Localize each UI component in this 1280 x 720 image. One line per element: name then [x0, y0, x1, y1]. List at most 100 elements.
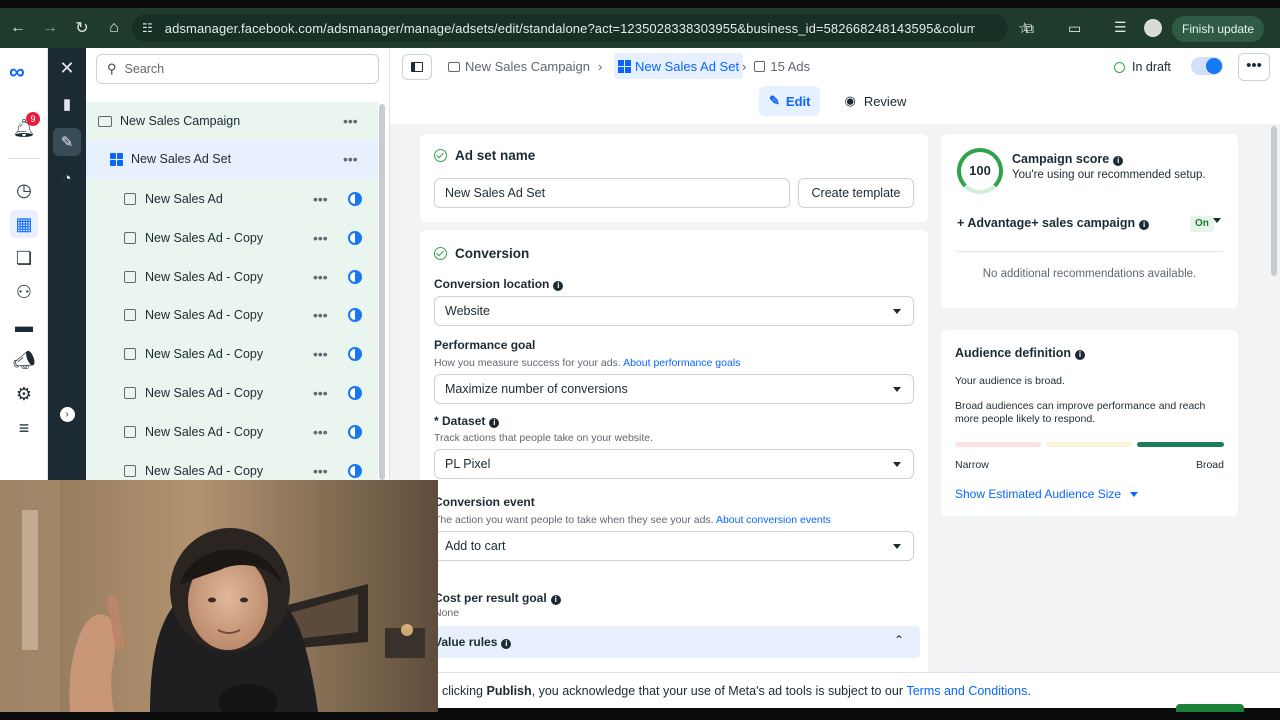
billing-card-icon[interactable]: ▬: [10, 312, 38, 340]
breadcrumb-adset[interactable]: New Sales Ad Set: [614, 53, 744, 79]
complete-check-icon: [434, 149, 447, 162]
advantage-plus-label[interactable]: + Advantage+ sales campaign i: [957, 216, 1150, 230]
show-audience-size-link[interactable]: Show Estimated Audience Size: [955, 487, 1139, 501]
create-template-button[interactable]: Create template: [798, 178, 914, 208]
performance-goal-label: Performance goal: [434, 338, 536, 352]
webcam-video-picture: [0, 480, 438, 712]
more-options-icon[interactable]: •••: [313, 191, 328, 207]
caret-down-icon[interactable]: [1213, 218, 1221, 223]
publish-button[interactable]: [1176, 704, 1244, 712]
meta-logo-icon[interactable]: ∞: [9, 61, 39, 83]
tree-row-adset[interactable]: New Sales Ad Set •••: [86, 140, 378, 178]
about-performance-goals-link[interactable]: About performance goals: [623, 357, 740, 369]
dashboard-gauge-icon[interactable]: ◷: [10, 176, 38, 204]
pencil-icon: ✎: [769, 93, 780, 108]
all-tools-menu-icon[interactable]: ≡: [10, 414, 38, 442]
tree-row-ad[interactable]: New Sales Ad - Copy •••: [86, 374, 378, 412]
finish-update-button[interactable]: Finish update: [1172, 16, 1265, 42]
audience-definition-card: Audience definition i Your audience is br…: [941, 330, 1238, 516]
tree-row-ad[interactable]: New Sales Ad •••: [86, 180, 378, 218]
adset-on-off-toggle[interactable]: [1191, 57, 1223, 75]
audiences-icon[interactable]: ⚇: [10, 278, 38, 306]
breadcrumb-ads[interactable]: › 15 Ads: [742, 59, 810, 74]
performance-goal-select[interactable]: Maximize number of conversions: [434, 374, 914, 404]
more-options-icon[interactable]: •••: [343, 113, 358, 129]
breadcrumb-campaign-label: New Sales Campaign: [465, 59, 591, 74]
pages-icon[interactable]: ❏: [10, 244, 38, 272]
info-icon[interactable]: i: [1139, 220, 1150, 230]
tree-row-campaign[interactable]: New Sales Campaign •••: [86, 102, 378, 140]
value-rules-label: Value rules i: [434, 635, 512, 649]
broad-label: Broad: [1195, 459, 1224, 471]
performance-goal-value: Maximize number of conversions: [445, 382, 628, 396]
info-icon[interactable]: i: [1113, 156, 1124, 166]
more-options-icon[interactable]: •••: [313, 230, 328, 246]
home-icon[interactable]: ⌂: [100, 14, 128, 42]
more-options-icon[interactable]: •••: [313, 385, 328, 401]
tree-row-ad[interactable]: New Sales Ad - Copy •••: [86, 335, 378, 373]
more-options-icon[interactable]: •••: [313, 307, 328, 323]
ad-set-name-input[interactable]: New Sales Ad Set: [434, 178, 790, 208]
ad-doc-icon: [124, 426, 136, 438]
conversion-event-select[interactable]: Add to cart: [434, 531, 914, 561]
cast-icon[interactable]: ▭: [1068, 20, 1081, 37]
more-options-icon[interactable]: •••: [313, 269, 328, 285]
tree-scrollbar[interactable]: [379, 104, 385, 480]
ad-name: New Sales Ad - Copy: [145, 386, 264, 400]
more-actions-button[interactable]: •••: [1238, 53, 1270, 81]
info-icon[interactable]: i: [501, 639, 512, 649]
forward-arrow-icon[interactable]: →: [36, 14, 64, 42]
performance-chart-icon[interactable]: ▮: [53, 90, 81, 118]
tree-row-ad[interactable]: New Sales Ad - Copy •••: [86, 413, 378, 451]
chevron-right-icon: ›: [742, 59, 747, 74]
campaign-megaphone-icon[interactable]: 📣︎: [10, 346, 38, 374]
more-options-icon[interactable]: •••: [343, 151, 358, 167]
dataset-help: Track actions that people take on your w…: [434, 432, 654, 444]
info-icon[interactable]: i: [1074, 350, 1085, 360]
terms-and-conditions-link[interactable]: Terms and Conditions: [906, 684, 1027, 698]
info-icon[interactable]: i: [550, 595, 561, 605]
edit-pencil-icon[interactable]: ✎: [53, 128, 81, 156]
content-scrollbar[interactable]: [1271, 126, 1277, 276]
terms-prefix: clicking: [442, 683, 483, 698]
adset-grid-icon: [618, 59, 631, 73]
expand-panel-icon[interactable]: ›: [53, 400, 81, 428]
terms-text: , you acknowledge that your use of Meta'…: [531, 683, 903, 698]
campaign-score-card: 100 Campaign score i You're using our rec…: [941, 134, 1238, 308]
business-tools-icon[interactable]: ⚙: [10, 380, 38, 408]
reload-icon[interactable]: ↻: [68, 14, 96, 42]
eye-icon: ◉: [844, 93, 856, 108]
delivery-status-icon: [348, 386, 362, 400]
dataset-select[interactable]: PL Pixel: [434, 449, 914, 479]
history-clock-icon[interactable]: ◔: [53, 164, 81, 192]
reading-list-icon[interactable]: ☰: [1114, 19, 1127, 36]
tree-row-ad[interactable]: New Sales Ad - Copy •••: [86, 219, 378, 257]
folder-icon: [448, 61, 460, 72]
tree-row-ad[interactable]: New Sales Ad - Copy •••: [86, 296, 378, 334]
more-options-icon[interactable]: •••: [313, 346, 328, 362]
about-conversion-events-link[interactable]: About conversion events: [716, 514, 831, 526]
value-rules-section[interactable]: Value rules i ⌃: [426, 626, 920, 658]
info-icon[interactable]: i: [489, 418, 500, 428]
search-icon: ⚲: [107, 61, 117, 76]
toggle-sidebar-button[interactable]: [402, 54, 432, 80]
close-icon[interactable]: ✕: [53, 54, 81, 82]
review-mode-button[interactable]: ◉ Review: [834, 86, 916, 116]
conversion-location-select[interactable]: Website: [434, 296, 914, 326]
back-arrow-icon[interactable]: ←: [4, 14, 32, 42]
delivery-status-icon: [348, 192, 362, 206]
tree-row-ad[interactable]: New Sales Ad - Copy •••: [86, 258, 378, 296]
profile-avatar[interactable]: [1144, 19, 1162, 37]
more-options-icon[interactable]: •••: [313, 424, 328, 440]
edit-mode-button[interactable]: ✎ Edit: [759, 86, 821, 116]
breadcrumb-campaign[interactable]: New Sales Campaign ›: [448, 59, 610, 74]
search-input[interactable]: ⚲ Search: [96, 54, 379, 84]
chevron-up-icon[interactable]: ⌃: [894, 633, 904, 647]
site-settings-icon[interactable]: ☷: [142, 21, 153, 35]
extensions-icon[interactable]: ⧉: [1024, 20, 1034, 37]
address-bar[interactable]: ☷ adsmanager.facebook.com/adsmanager/man…: [132, 14, 1008, 42]
more-options-icon[interactable]: •••: [313, 463, 328, 479]
adset-name: New Sales Ad Set: [131, 152, 232, 166]
info-icon[interactable]: i: [553, 281, 564, 291]
ads-manager-table-icon[interactable]: ▦: [10, 210, 38, 238]
